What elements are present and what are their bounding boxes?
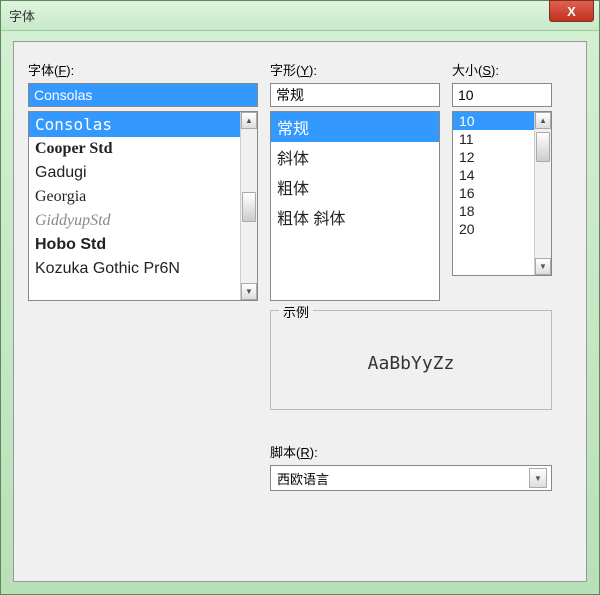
font-list-item[interactable]: Consolas xyxy=(29,112,240,137)
style-list-item[interactable]: 粗体 斜体 xyxy=(271,202,439,232)
titlebar: 字体 X xyxy=(1,1,599,31)
scroll-up-icon[interactable]: ▲ xyxy=(535,112,551,129)
font-column: 字体(F): ConsolasCooper StdGadugiGeorgiaGi… xyxy=(28,60,258,301)
font-list-item[interactable]: Kozuka Gothic Pr6N xyxy=(29,257,240,281)
size-list-item[interactable]: 10 xyxy=(453,112,534,130)
size-list-item[interactable]: 12 xyxy=(453,148,534,166)
font-listbox[interactable]: ConsolasCooper StdGadugiGeorgiaGiddyupSt… xyxy=(28,111,258,301)
style-input[interactable] xyxy=(270,83,440,107)
chevron-down-icon: ▼ xyxy=(529,468,547,488)
size-list-item[interactable]: 16 xyxy=(453,184,534,202)
script-combobox[interactable]: 西欧语言 ▼ xyxy=(270,465,552,491)
size-input[interactable] xyxy=(452,83,552,107)
sample-box: 示例 AaBbYyZz xyxy=(270,310,552,410)
size-list-item[interactable]: 18 xyxy=(453,202,534,220)
font-list-item[interactable]: GiddyupStd xyxy=(29,209,240,233)
font-list-item[interactable]: Hobo Std xyxy=(29,233,240,257)
size-list-item[interactable]: 20 xyxy=(453,220,534,238)
script-label: 脚本(R): xyxy=(270,442,552,461)
scroll-thumb[interactable] xyxy=(536,132,550,162)
sample-text: AaBbYyZz xyxy=(368,353,455,374)
window-title: 字体 xyxy=(9,6,35,25)
top-row: 字体(F): ConsolasCooper StdGadugiGeorgiaGi… xyxy=(28,60,572,301)
close-icon: X xyxy=(567,4,576,19)
sample-label: 示例 xyxy=(279,302,313,321)
scroll-down-icon[interactable]: ▼ xyxy=(241,283,257,300)
size-scrollbar[interactable]: ▲ ▼ xyxy=(534,112,551,275)
style-label: 字形(Y): xyxy=(270,60,440,79)
style-listbox[interactable]: 常规斜体粗体粗体 斜体 xyxy=(270,111,440,301)
size-label: 大小(S): xyxy=(452,60,552,79)
script-value: 西欧语言 xyxy=(277,469,329,488)
size-list-item[interactable]: 14 xyxy=(453,166,534,184)
font-list-item[interactable]: Gadugi xyxy=(29,161,240,185)
style-list-item[interactable]: 粗体 xyxy=(271,172,439,202)
size-list-item[interactable]: 11 xyxy=(453,130,534,148)
scroll-up-icon[interactable]: ▲ xyxy=(241,112,257,129)
close-button[interactable]: X xyxy=(549,0,594,22)
style-column: 字形(Y): 常规斜体粗体粗体 斜体 xyxy=(270,60,440,301)
dialog-content: 字体(F): ConsolasCooper StdGadugiGeorgiaGi… xyxy=(13,41,587,582)
style-list-item[interactable]: 常规 xyxy=(271,112,439,142)
script-group: 脚本(R): 西欧语言 ▼ xyxy=(270,442,552,491)
sample-group: 示例 AaBbYyZz xyxy=(270,310,552,410)
scroll-thumb[interactable] xyxy=(242,192,256,222)
scroll-down-icon[interactable]: ▼ xyxy=(535,258,551,275)
size-listbox[interactable]: 10111214161820 ▲ ▼ xyxy=(452,111,552,276)
style-list-item[interactable]: 斜体 xyxy=(271,142,439,172)
font-label: 字体(F): xyxy=(28,60,258,79)
font-list-item[interactable]: Georgia xyxy=(29,185,240,209)
font-input[interactable] xyxy=(28,83,258,107)
font-scrollbar[interactable]: ▲ ▼ xyxy=(240,112,257,300)
font-dialog: 字体 X 字体(F): ConsolasCooper StdGadugiGeor… xyxy=(0,0,600,595)
font-list-item[interactable]: Cooper Std xyxy=(29,137,240,161)
size-column: 大小(S): 10111214161820 ▲ ▼ xyxy=(452,60,552,301)
